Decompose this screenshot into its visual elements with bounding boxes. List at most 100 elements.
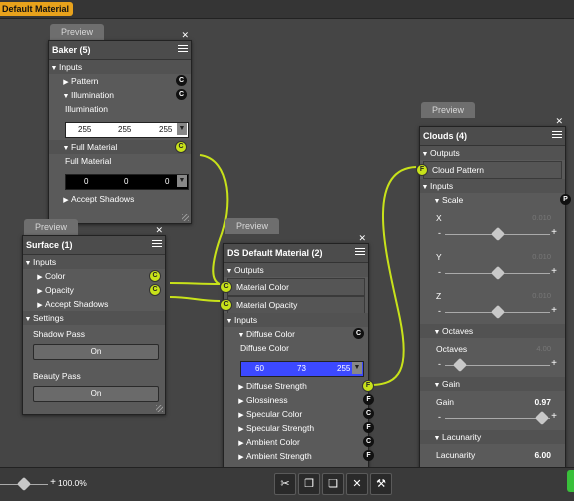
resize-handle-icon[interactable] (182, 214, 189, 221)
cut-icon[interactable]: ✂ (274, 473, 296, 495)
scale-row[interactable]: ▼ Scale P (420, 193, 571, 207)
plus-icon[interactable]: + (551, 266, 557, 277)
illumination-color-field[interactable]: 255 255 255 ▼ (65, 122, 189, 138)
baker-full-material-row[interactable]: ▼ Full Material C (49, 140, 191, 154)
octaves-slider[interactable]: - + (438, 357, 557, 373)
slider-knob[interactable] (452, 357, 467, 373)
ds-input-row[interactable]: ▶ Specular Strength F (224, 421, 374, 435)
baker-pattern-row[interactable]: ▶ Pattern C (49, 74, 191, 88)
clouds-preview-tab[interactable]: Preview (421, 102, 475, 118)
gain-slider[interactable]: - + (438, 410, 557, 426)
material-color-output[interactable]: Material Color C (220, 278, 365, 296)
resize-handle-icon[interactable] (156, 405, 163, 412)
slider-knob[interactable] (16, 476, 32, 492)
close-icon[interactable]: ✕ (555, 117, 563, 126)
float-socket-icon[interactable]: F (416, 164, 428, 176)
surface-preview-tab[interactable]: Preview (24, 219, 78, 235)
float-socket-icon[interactable]: F (363, 450, 374, 461)
shader-canvas[interactable]: Preview ✕ Baker (5) ▼ Inputs ▶ Pattern C ▼ I… (0, 19, 574, 467)
color-socket-icon[interactable]: C (220, 299, 232, 311)
slider-knob[interactable] (490, 304, 505, 320)
ds-input-row[interactable]: ▶ Specular Color C (224, 407, 374, 421)
surface-node[interactable]: ✕ Surface (1) ▼ Inputs ▶ Color C ▶ Opacity C … (22, 226, 166, 415)
material-opacity-output[interactable]: Material Opacity C (220, 296, 365, 314)
tools-icon[interactable]: ⚒ (370, 473, 392, 495)
color-socket-icon[interactable]: C (175, 141, 187, 153)
diffuse-color-field[interactable]: 60 73 255 ▼ (240, 361, 364, 377)
ds-input-row[interactable]: ▶ Glossiness F (224, 393, 374, 407)
float-socket-icon[interactable]: F (363, 394, 374, 405)
ds-inputs-section[interactable]: ▼ Inputs (224, 313, 368, 327)
surface-settings-section[interactable]: ▼ Settings (23, 311, 165, 325)
minus-icon[interactable]: - (438, 359, 441, 369)
minus-icon[interactable]: - (438, 267, 441, 277)
plus-icon[interactable]: + (551, 227, 557, 238)
color-socket-icon[interactable]: C (363, 436, 374, 447)
ds-header[interactable]: DS Default Material (2) (224, 244, 368, 263)
shadow-pass-toggle[interactable]: On (33, 344, 159, 360)
plus-icon[interactable]: + (551, 305, 557, 316)
slider-knob[interactable] (535, 410, 550, 426)
cloud-pattern-output[interactable]: Cloud Pattern F (416, 161, 562, 179)
menu-icon[interactable] (152, 240, 162, 249)
baker-header[interactable]: Baker (5) (49, 41, 191, 60)
plus-icon[interactable]: + (551, 411, 557, 422)
close-icon[interactable]: ✕ (181, 31, 189, 40)
close-icon[interactable]: ✕ (155, 226, 163, 235)
close-icon[interactable]: ✕ (358, 234, 366, 243)
baker-preview-tab[interactable]: Preview (50, 24, 104, 40)
dropdown-arrow-icon[interactable]: ▼ (177, 175, 187, 187)
ds-outputs-section[interactable]: ▼ Outputs (224, 263, 368, 277)
color-socket-icon[interactable]: C (353, 328, 364, 339)
scale-z-slider[interactable]: - + (438, 304, 557, 320)
clouds-outputs-section[interactable]: ▼ Outputs (420, 146, 565, 160)
diffuse-color-row[interactable]: ▼ Diffuse Color C (224, 327, 368, 341)
point-socket-icon[interactable]: P (560, 194, 571, 205)
surface-inputs-section[interactable]: ▼ Inputs (23, 255, 165, 269)
clouds-header[interactable]: Clouds (4) (420, 127, 565, 146)
beauty-pass-toggle[interactable]: On (33, 386, 159, 402)
menu-icon[interactable] (178, 45, 188, 54)
full-material-color-field[interactable]: 0 0 0 ▼ (65, 174, 189, 190)
baker-inputs-section[interactable]: ▼ Inputs (49, 60, 191, 74)
color-socket-icon[interactable]: C (176, 75, 187, 86)
dropdown-arrow-icon[interactable]: ▼ (352, 362, 362, 374)
color-socket-icon[interactable]: C (149, 284, 161, 296)
clouds-node[interactable]: ✕ Clouds (4) ▼ Outputs Cloud Pattern F ▼ In… (416, 117, 571, 467)
color-socket-icon[interactable]: C (363, 408, 374, 419)
baker-node[interactable]: ✕ Baker (5) ▼ Inputs ▶ Pattern C ▼ Illuminat… (48, 31, 192, 224)
color-socket-icon[interactable]: C (176, 89, 187, 100)
ds-default-material-node[interactable]: ✕ DS Default Material (2) ▼ Outputs Mater… (220, 234, 374, 467)
lacunarity-row[interactable]: ▼ Lacunarity (420, 430, 565, 444)
surface-opacity-row[interactable]: ▶ Opacity C (23, 283, 165, 297)
surface-accept-shadows-row[interactable]: ▶ Accept Shadows (23, 297, 165, 311)
ds-input-row[interactable]: ▶ Ambient Strength F (224, 449, 374, 463)
color-socket-icon[interactable]: C (220, 281, 232, 293)
plus-icon[interactable]: + (50, 477, 56, 488)
color-socket-icon[interactable]: C (149, 270, 161, 282)
copy-icon[interactable]: ❐ (298, 473, 320, 495)
plus-icon[interactable]: + (551, 358, 557, 369)
surface-color-row[interactable]: ▶ Color C (23, 269, 165, 283)
clouds-inputs-section[interactable]: ▼ Inputs (420, 179, 565, 193)
ds-input-row[interactable]: ▶ Diffuse Strength F (224, 379, 374, 393)
surface-header[interactable]: Surface (1) (23, 236, 165, 255)
zoom-slider[interactable]: + (0, 476, 56, 492)
minus-icon[interactable]: - (438, 412, 441, 422)
float-socket-icon[interactable]: F (362, 380, 374, 392)
menu-icon[interactable] (355, 248, 365, 257)
baker-illumination-row[interactable]: ▼ Illumination C (49, 88, 191, 102)
octaves-row[interactable]: ▼ Octaves (420, 324, 565, 338)
ds-preview-tab[interactable]: Preview (225, 218, 279, 234)
scale-y-slider[interactable]: - + (438, 265, 557, 281)
float-socket-icon[interactable]: F (363, 422, 374, 433)
gain-row[interactable]: ▼ Gain (420, 377, 565, 391)
slider-knob[interactable] (490, 265, 505, 281)
menu-icon[interactable] (552, 131, 562, 140)
minus-icon[interactable]: - (438, 228, 441, 238)
minus-icon[interactable]: - (438, 306, 441, 316)
baker-accept-shadows-row[interactable]: ▶ Accept Shadows (49, 192, 191, 206)
tab-default-material[interactable]: Default Material (0, 2, 74, 16)
scale-x-slider[interactable]: - + (438, 226, 557, 242)
status-indicator[interactable] (567, 470, 574, 492)
